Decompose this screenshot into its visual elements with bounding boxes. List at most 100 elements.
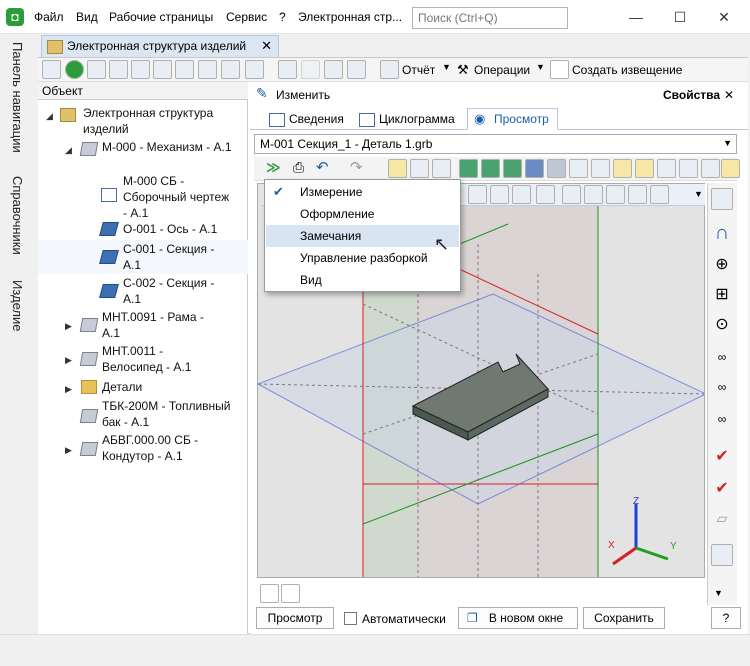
shapes-icon[interactable]	[650, 185, 669, 204]
paste-icon[interactable]	[131, 60, 150, 79]
report-button[interactable]: Отчёт	[402, 63, 435, 77]
tree-node[interactable]: Детали	[102, 379, 142, 395]
tab-info[interactable]: Сведения	[262, 108, 353, 130]
save-icon[interactable]	[301, 60, 320, 79]
zoom-in-icon[interactable]: ⊕	[711, 254, 733, 276]
tab-cyclogram[interactable]: Циклограмма	[352, 108, 464, 130]
model-6-icon[interactable]	[591, 159, 610, 178]
tree-node[interactable]: О-001 - Ось - А.1	[123, 221, 243, 237]
menu-workpages[interactable]: Рабочие страницы	[109, 10, 213, 24]
close-window-icon[interactable]: ✕	[712, 6, 736, 28]
menu-view[interactable]: Вид	[76, 10, 98, 24]
dimension-icon[interactable]	[388, 159, 407, 178]
auto-checkbox[interactable]	[344, 612, 357, 625]
ruler-icon[interactable]	[613, 159, 632, 178]
tree-node[interactable]: С-002 - Секция - А.1	[123, 275, 223, 307]
cube-5-icon[interactable]	[628, 185, 647, 204]
minimize-icon[interactable]: —	[624, 6, 648, 28]
document-tab[interactable]: Электронная структура изделий ✕	[41, 35, 279, 57]
delete-icon[interactable]	[324, 60, 343, 79]
box-icon[interactable]	[711, 544, 733, 566]
collapse-icon[interactable]: ✕	[724, 88, 734, 102]
chevron-down-icon[interactable]: ▼	[442, 62, 451, 72]
menu-service[interactable]: Сервис	[226, 10, 267, 24]
view-button[interactable]: Просмотр	[256, 607, 334, 629]
model-4-icon[interactable]	[525, 159, 544, 178]
print-icon[interactable]: ⎙	[293, 159, 304, 176]
model-5-icon[interactable]	[547, 159, 566, 178]
filter-icon[interactable]	[42, 60, 61, 79]
cube-3-icon[interactable]	[584, 185, 603, 204]
save-button[interactable]: Сохранить	[583, 607, 665, 629]
menu-item-view[interactable]: Вид	[266, 269, 459, 291]
glasses-icon[interactable]: ∞	[711, 350, 733, 372]
check-icon[interactable]: ✔	[711, 446, 733, 468]
chevron-down-icon[interactable]: ▼	[694, 189, 703, 199]
pencil-icon[interactable]	[278, 60, 297, 79]
add-icon[interactable]	[65, 60, 84, 79]
glasses-2-icon[interactable]: ∞	[711, 380, 733, 402]
checkbox-icon[interactable]	[701, 159, 720, 178]
cube-2-icon[interactable]	[562, 185, 581, 204]
clipboard-icon[interactable]	[679, 159, 698, 178]
axis-icon[interactable]	[468, 185, 487, 204]
menu-help[interactable]: ?	[279, 10, 286, 24]
create-notice-button[interactable]: Создать извещение	[572, 63, 682, 77]
model-3-icon[interactable]	[503, 159, 522, 178]
tree-node[interactable]: М-000 - Механизм - А.1	[102, 139, 242, 155]
cube-4-icon[interactable]	[606, 185, 625, 204]
tree-node[interactable]: АБВГ.000.00 СБ - Кондутор - А.1	[102, 432, 222, 464]
dimension-2-icon[interactable]	[410, 159, 429, 178]
tab-view[interactable]: ◉ Просмотр	[467, 108, 558, 130]
menu-item-measure[interactable]: Измерение	[266, 181, 459, 203]
menu-item-disassembly[interactable]: Управление разборкой	[266, 247, 459, 269]
cube-icon[interactable]	[536, 185, 555, 204]
file-select[interactable]: М-001 Секция_1 - Деталь 1.grb ▼	[254, 134, 737, 154]
edit-button[interactable]: Изменить	[276, 88, 330, 102]
chevron-down-icon[interactable]: ▼	[536, 62, 545, 72]
plane-icon[interactable]: ▱	[711, 510, 733, 532]
maximize-icon[interactable]: ☐	[668, 6, 692, 28]
model-icon[interactable]	[459, 159, 478, 178]
redo-icon[interactable]: ↷	[350, 158, 363, 176]
chevron-down-icon[interactable]: ▼	[723, 138, 732, 148]
check-list-icon[interactable]	[198, 60, 217, 79]
new-window-button[interactable]: ❐ В новом окне	[458, 607, 578, 629]
collapse-arrow-icon[interactable]: ◢	[46, 108, 53, 124]
model-2-icon[interactable]	[481, 159, 500, 178]
menu-item-remarks[interactable]: Замечания	[266, 225, 459, 247]
tree-node[interactable]: МНТ.0011 - Велосипед - А.1	[102, 343, 212, 375]
expand-arrow-icon[interactable]: ▶	[65, 352, 72, 368]
tab-references[interactable]: Справочники	[10, 176, 25, 255]
search-input[interactable]: Поиск (Ctrl+Q)	[412, 7, 568, 29]
tree-node[interactable]: МНТ.0091 - Рама - А.1	[102, 309, 212, 341]
tab-product[interactable]: Изделие	[10, 280, 25, 331]
warning-icon[interactable]	[721, 159, 740, 178]
column-header-object[interactable]: Объект	[38, 82, 248, 100]
expand-arrow-icon[interactable]: ▶	[65, 381, 72, 397]
text-icon[interactable]	[657, 159, 676, 178]
split-view-2-icon[interactable]	[281, 584, 300, 603]
split-view-icon[interactable]	[260, 584, 279, 603]
expand-arrow-icon[interactable]: ▶	[65, 318, 72, 334]
tab-navigation-panel[interactable]: Панель навигации	[10, 42, 25, 153]
double-chevron-icon[interactable]: ≫	[266, 159, 281, 176]
help-button[interactable]: ?	[711, 607, 741, 629]
eye-icon[interactable]	[245, 60, 264, 79]
undo-icon[interactable]: ↶	[316, 158, 329, 176]
expand-arrow-icon[interactable]: ▶	[65, 442, 72, 458]
list-icon[interactable]	[175, 60, 194, 79]
dimension-3-icon[interactable]	[432, 159, 451, 178]
scroll-down-icon[interactable]: ▼	[714, 588, 723, 598]
operations-button[interactable]: Операции	[474, 63, 530, 77]
close-tab-icon[interactable]: ✕	[261, 38, 272, 54]
collapse-arrow-icon[interactable]: ◢	[65, 142, 72, 158]
layout-icon[interactable]	[711, 188, 733, 210]
properties-icon[interactable]	[87, 60, 106, 79]
zoom-window-icon[interactable]: ⊞	[711, 284, 733, 306]
tree-node[interactable]: С-001 - Секция - А.1	[123, 241, 223, 273]
menu-file[interactable]: Файл	[34, 10, 64, 24]
axis-2-icon[interactable]	[490, 185, 509, 204]
marker-icon[interactable]	[635, 159, 654, 178]
sphere-icon[interactable]	[569, 159, 588, 178]
